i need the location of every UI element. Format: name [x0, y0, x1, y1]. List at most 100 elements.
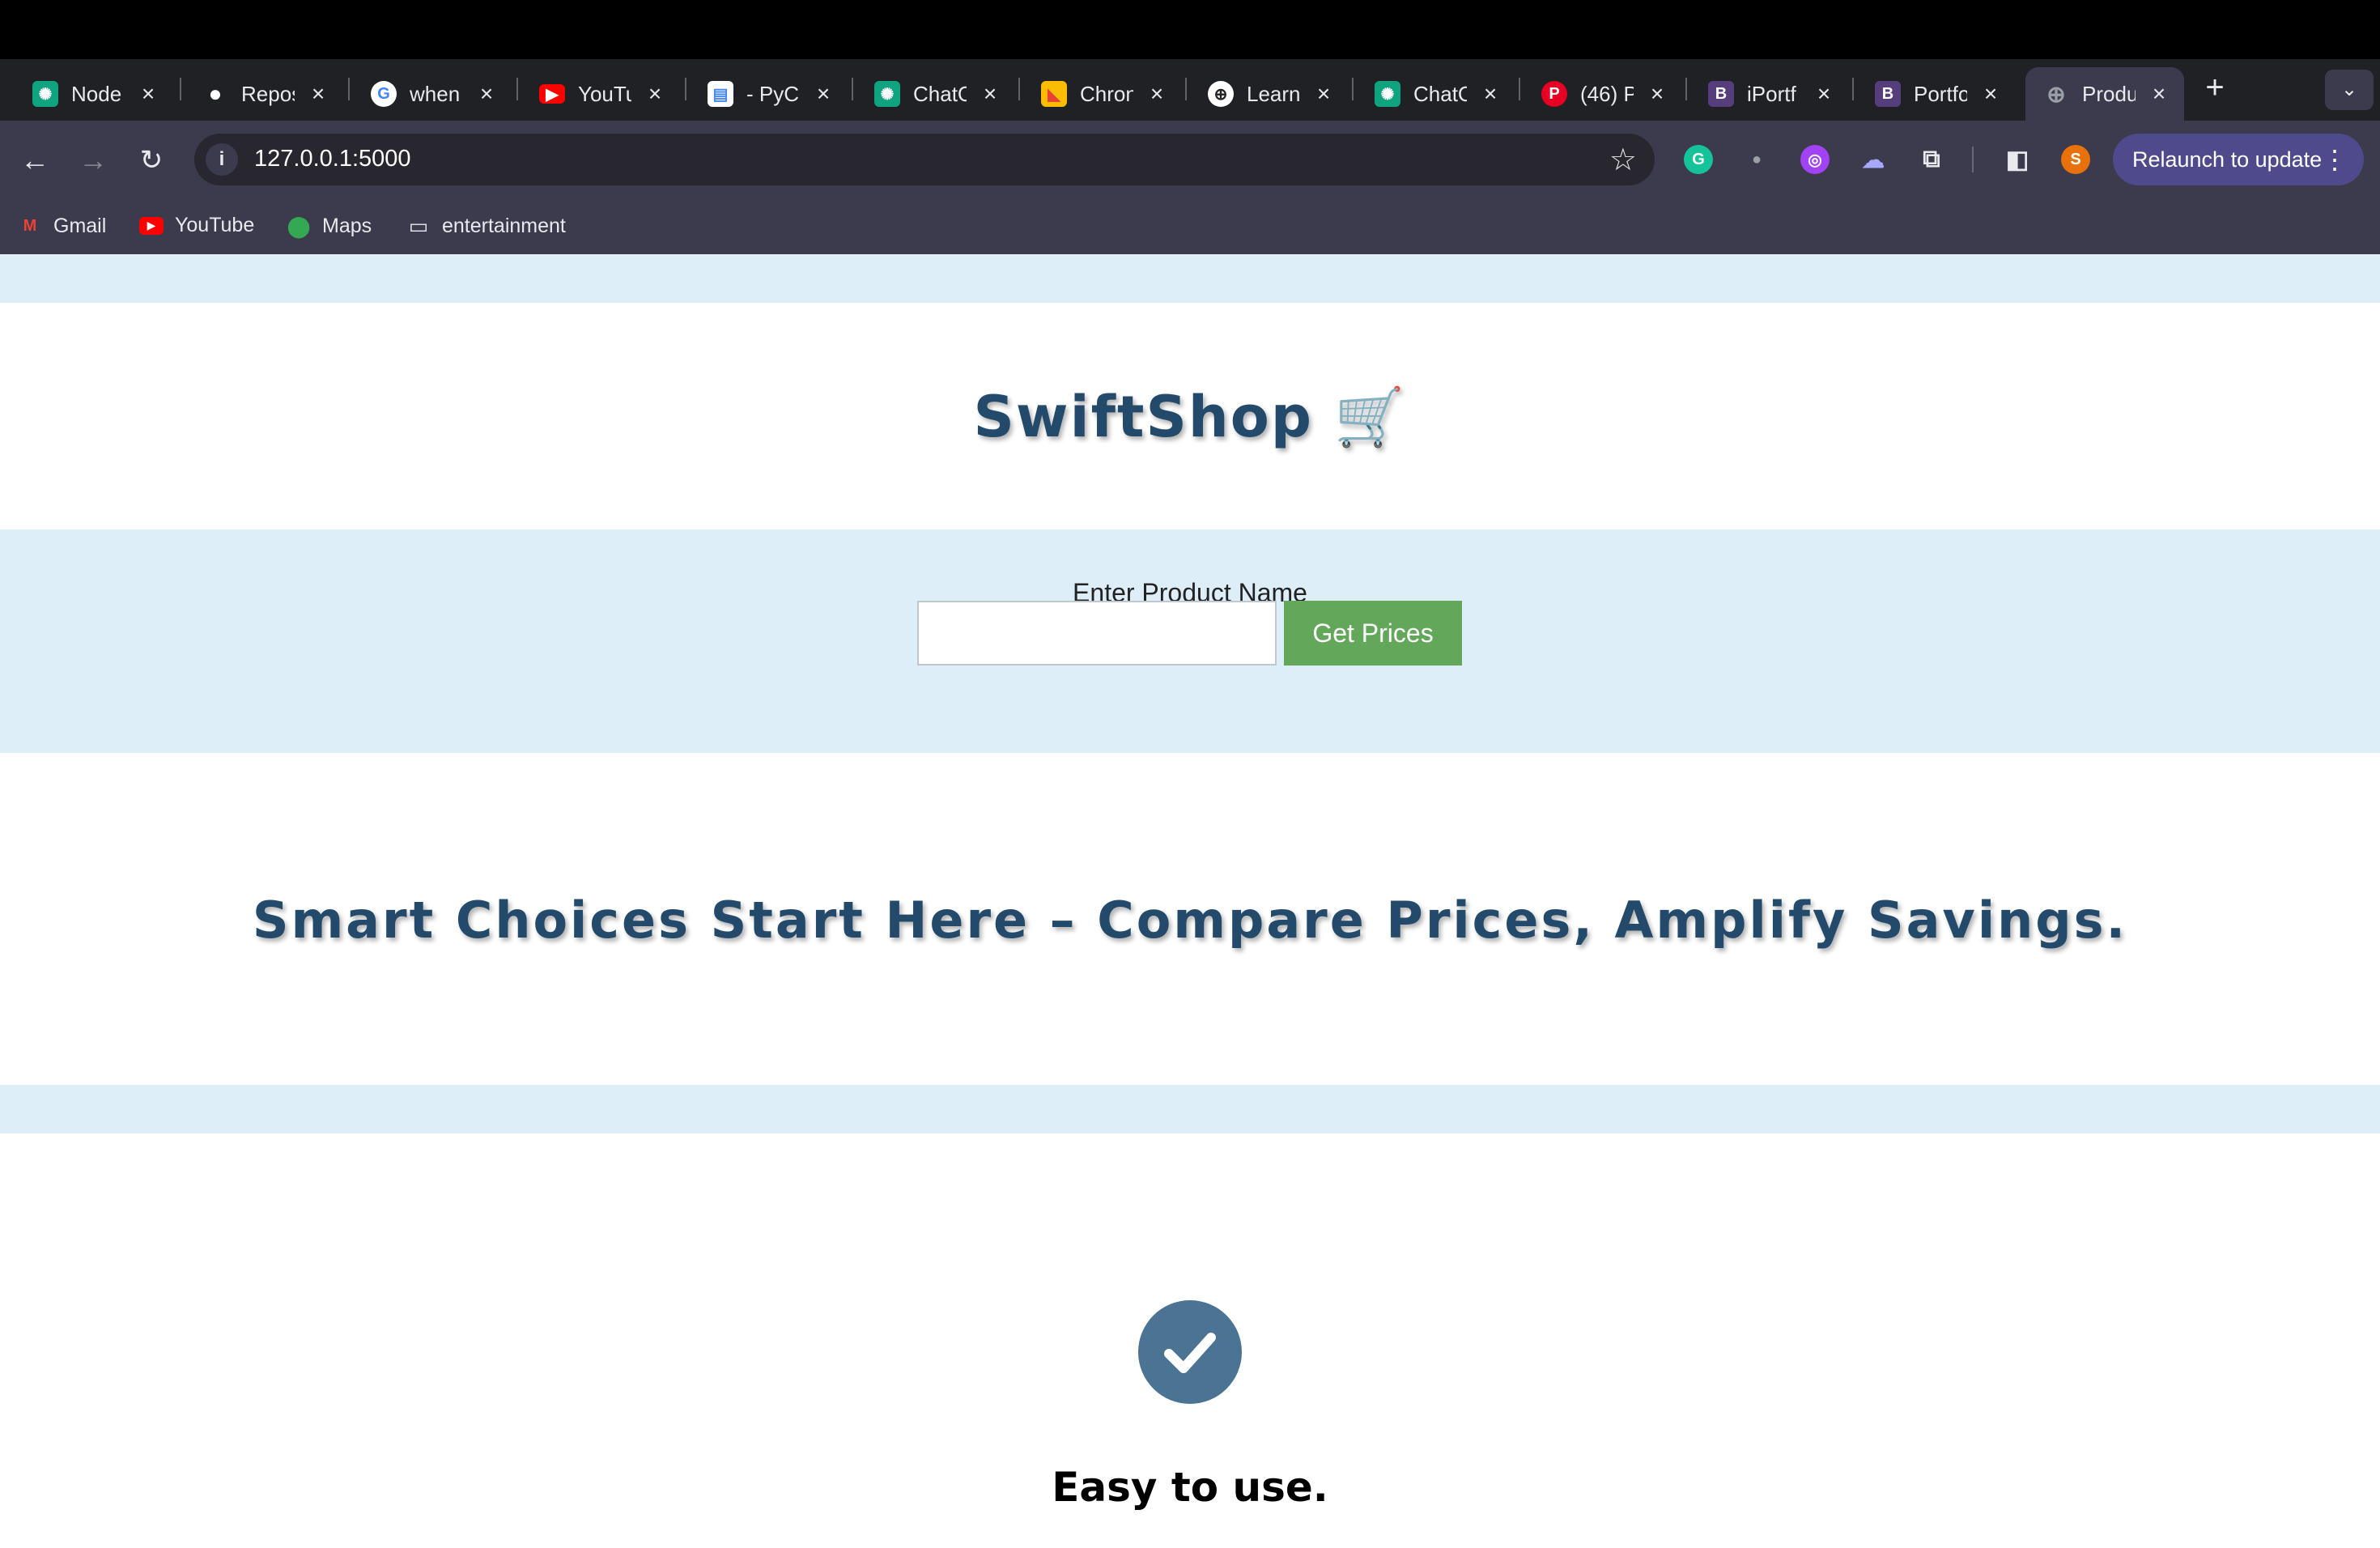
get-prices-button[interactable]: Get Prices: [1284, 601, 1462, 666]
youtube-icon: ▶: [139, 216, 164, 235]
bookmark-label: Maps: [322, 214, 372, 237]
close-icon[interactable]: ×: [1478, 82, 1502, 106]
bookmark-label: Gmail: [53, 214, 107, 237]
chatgpt-icon: ✺: [32, 81, 58, 107]
gmail-icon: M: [23, 216, 37, 235]
chatgpt-icon: ✺: [874, 81, 900, 107]
tab-active[interactable]: ⊕ Produ ×: [2025, 67, 2184, 121]
close-icon[interactable]: ×: [1311, 82, 1336, 106]
tab-title: Learn: [1247, 81, 1300, 106]
tab-separator: [1852, 78, 1854, 100]
tagline: Smart Choices Start Here – Compare Price…: [252, 891, 2128, 950]
product-name-input[interactable]: [917, 601, 1277, 666]
top-band: [0, 254, 2380, 303]
chrome-flag-icon: ◣: [1041, 81, 1067, 107]
close-icon[interactable]: ×: [474, 82, 499, 106]
middle-band: [0, 1085, 2380, 1133]
close-icon[interactable]: ×: [1645, 82, 1669, 106]
tab-separator: [852, 78, 853, 100]
grammarly-icon[interactable]: G: [1684, 145, 1713, 174]
side-panel-icon[interactable]: ◧: [2003, 145, 2032, 174]
tab-strip: ✺ Node × ● Repos × G when × ▶ YouTu × ▤ …: [0, 59, 2380, 121]
bookmark-maps[interactable]: ⬤ Maps: [287, 214, 372, 238]
tab-title: ChatC: [913, 81, 967, 106]
tab-title: - PyC: [746, 81, 799, 106]
doc-icon: ▤: [708, 81, 733, 107]
bootstrap-icon: B: [1875, 81, 1901, 107]
tab-separator: [180, 78, 181, 100]
close-icon[interactable]: ×: [643, 82, 667, 106]
page-content: SwiftShop 🛒 Enter Product Name Get Price…: [0, 254, 2380, 1548]
close-icon[interactable]: ×: [136, 82, 160, 106]
close-icon[interactable]: ×: [1978, 82, 2003, 106]
address-bar[interactable]: i 127.0.0.1:5000 ☆: [194, 134, 1655, 185]
tab[interactable]: ✺ Node ×: [15, 67, 173, 121]
globe-icon: ⊕: [1208, 81, 1234, 107]
relaunch-label: Relaunch to update: [2132, 147, 2323, 172]
tab[interactable]: B iPortf ×: [1690, 67, 1849, 121]
close-icon[interactable]: ×: [1812, 82, 1836, 106]
tab-separator: [348, 78, 350, 100]
extension-icon[interactable]: ☁: [1859, 145, 1888, 174]
title-bar: [0, 0, 2380, 59]
site-info-icon[interactable]: i: [206, 143, 238, 176]
close-icon[interactable]: ×: [1145, 82, 1169, 106]
tab[interactable]: ▶ YouTu ×: [521, 67, 680, 121]
tab-separator: [1685, 78, 1687, 100]
tab-separator: [1018, 78, 1020, 100]
extension-icon[interactable]: ●: [1742, 145, 1771, 174]
extension-icon[interactable]: ◎: [1800, 145, 1830, 174]
relaunch-button[interactable]: Relaunch to update ⋮: [2113, 134, 2364, 185]
tab[interactable]: ● Repos ×: [185, 67, 343, 121]
close-icon[interactable]: ×: [978, 82, 1002, 106]
feature-title: Easy to use.: [1052, 1464, 1328, 1511]
tab-title: Chron: [1080, 81, 1133, 106]
maps-icon: ⬤: [287, 213, 311, 238]
bootstrap-icon: B: [1708, 81, 1734, 107]
tab-separator: [685, 78, 686, 100]
reload-button[interactable]: ↻: [131, 140, 172, 181]
back-button[interactable]: ←: [15, 140, 55, 181]
tab[interactable]: ◣ Chron ×: [1023, 67, 1182, 121]
close-icon[interactable]: ×: [2147, 82, 2171, 106]
browser-window: ✺ Node × ● Repos × G when × ▶ YouTu × ▤ …: [0, 0, 2380, 254]
chatgpt-icon: ✺: [1375, 81, 1400, 107]
tab-title: YouTu: [578, 81, 631, 106]
profile-avatar[interactable]: S: [2061, 145, 2090, 174]
bookmark-folder[interactable]: ▭ entertainment: [406, 214, 566, 238]
globe-icon: ⊕: [2046, 81, 2066, 107]
new-tab-button[interactable]: +: [2199, 71, 2231, 104]
puzzle-icon[interactable]: ⧉: [1917, 145, 1946, 174]
tab[interactable]: B Portfo ×: [1857, 67, 2016, 121]
tab-separator: [1519, 78, 1520, 100]
tab-separator: [1185, 78, 1187, 100]
close-icon[interactable]: ×: [306, 82, 330, 106]
bookmark-star-icon[interactable]: ☆: [1609, 142, 1637, 178]
forward-button[interactable]: →: [73, 140, 113, 181]
close-icon[interactable]: ×: [811, 82, 835, 106]
tab[interactable]: ✺ ChatC ×: [1357, 67, 1515, 121]
tab-title: Repos: [241, 81, 295, 106]
tab[interactable]: ⊕ Learn ×: [1190, 67, 1349, 121]
bookmark-label: entertainment: [442, 214, 566, 237]
tab[interactable]: G when ×: [353, 67, 512, 121]
pinterest-icon: P: [1541, 81, 1567, 107]
tab[interactable]: P (46) P ×: [1524, 67, 1682, 121]
tab-search-button[interactable]: ⌄: [2325, 70, 2374, 110]
bookmarks-bar: M Gmail ▶ YouTube ⬤ Maps ▭ entertainment: [0, 199, 2380, 254]
bookmark-label: YouTube: [175, 214, 255, 236]
tab-title: Node: [71, 81, 122, 106]
bookmark-gmail[interactable]: M Gmail: [18, 214, 107, 238]
brand-title: SwiftShop 🛒: [973, 384, 1407, 450]
tab-title: Portfo: [1914, 81, 1967, 106]
youtube-icon: ▶: [539, 84, 565, 104]
tab-title: Produ: [2082, 81, 2136, 106]
url-text[interactable]: 127.0.0.1:5000: [254, 146, 411, 172]
checkmark-icon: [1138, 1300, 1242, 1404]
menu-dots-icon[interactable]: ⋮: [2322, 134, 2348, 185]
tab-title: (46) P: [1580, 81, 1634, 106]
tab-title: iPortf: [1747, 81, 1796, 106]
tab[interactable]: ✺ ChatC ×: [856, 67, 1015, 121]
tab[interactable]: ▤ - PyC ×: [690, 67, 848, 121]
bookmark-youtube[interactable]: ▶ YouTube: [139, 214, 254, 237]
